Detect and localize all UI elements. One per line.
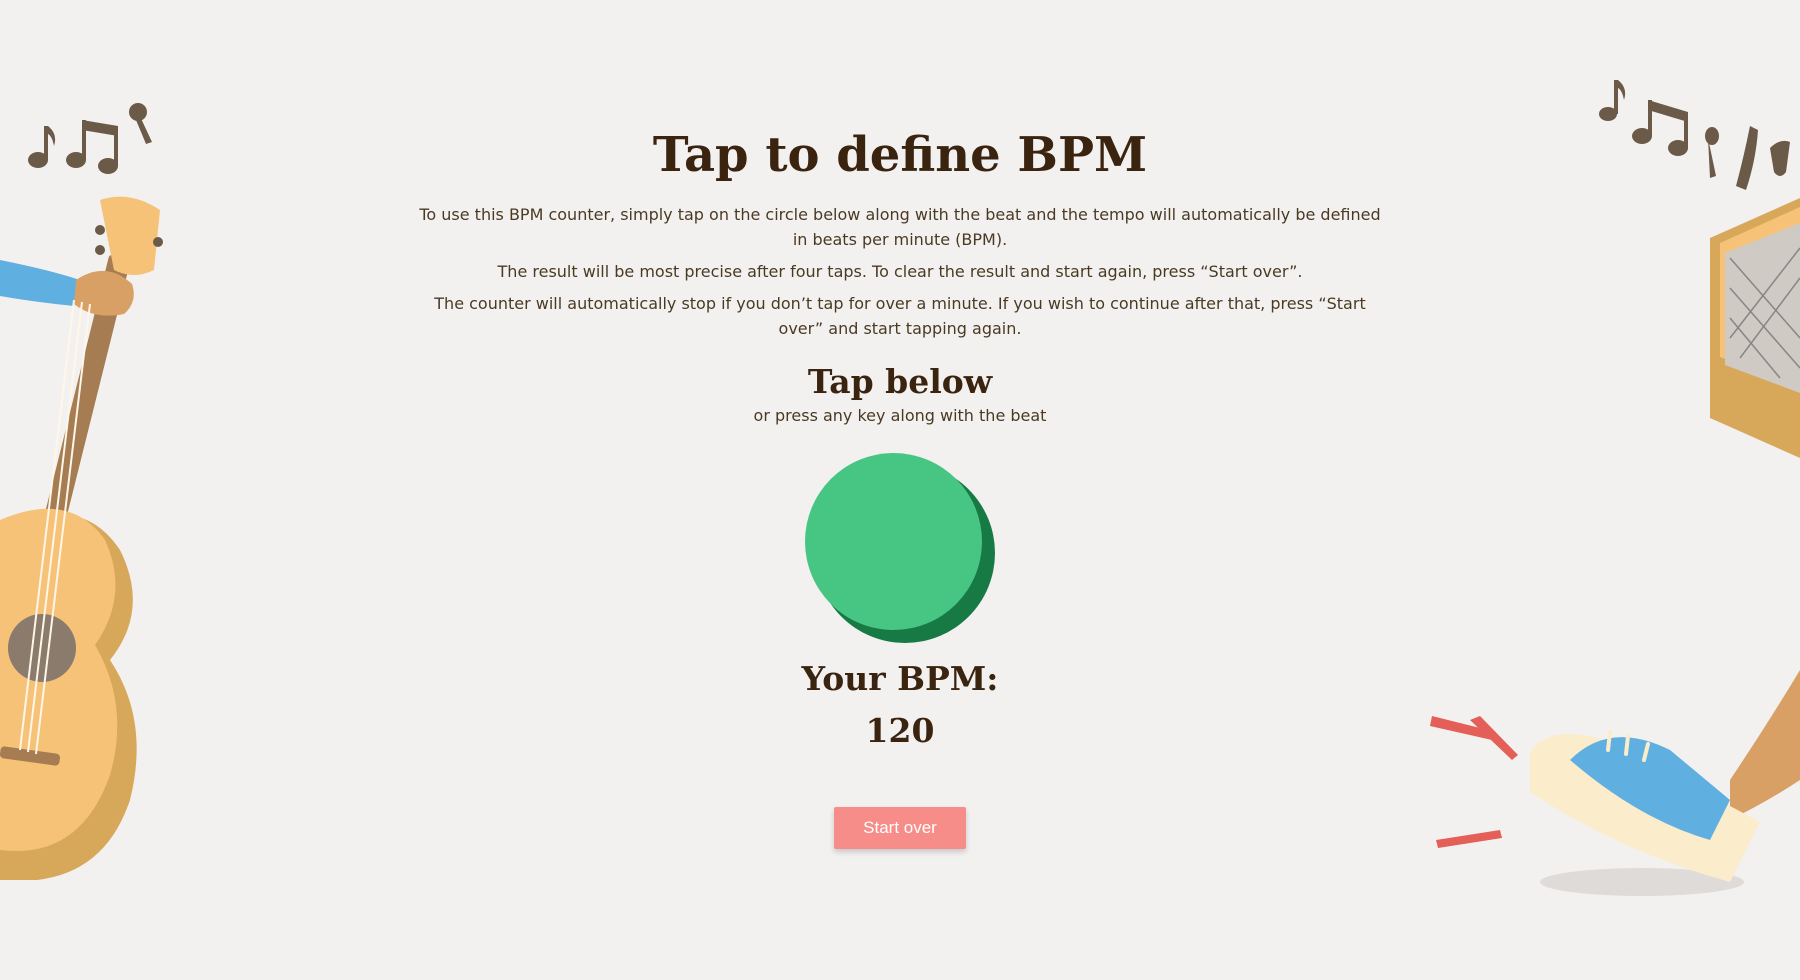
bpm-label: Your BPM: bbox=[801, 659, 999, 698]
tap-circle-button[interactable] bbox=[805, 453, 982, 630]
page-title: Tap to define BPM bbox=[652, 127, 1148, 183]
tap-area bbox=[805, 453, 995, 643]
tap-heading: Tap below bbox=[807, 362, 993, 401]
tapping-foot-illustration bbox=[1430, 670, 1800, 896]
intro-paragraph-3: The counter will automatically stop if y… bbox=[434, 294, 1366, 338]
bpm-value: 120 bbox=[865, 711, 935, 750]
guitar-illustration bbox=[0, 103, 163, 880]
main-content: Tap to define BPM To use this BPM counte… bbox=[400, 120, 1400, 849]
start-over-button[interactable]: Start over bbox=[834, 807, 966, 849]
tap-subheading: or press any key along with the beat bbox=[753, 406, 1047, 425]
intro-paragraph-1: To use this BPM counter, simply tap on t… bbox=[419, 205, 1381, 249]
music-notes-icon bbox=[28, 103, 152, 174]
bpm-page: Tap to define BPM To use this BPM counte… bbox=[0, 0, 1800, 980]
intro-paragraph-2: The result will be most precise after fo… bbox=[497, 262, 1303, 281]
amplifier-illustration bbox=[1599, 80, 1800, 458]
